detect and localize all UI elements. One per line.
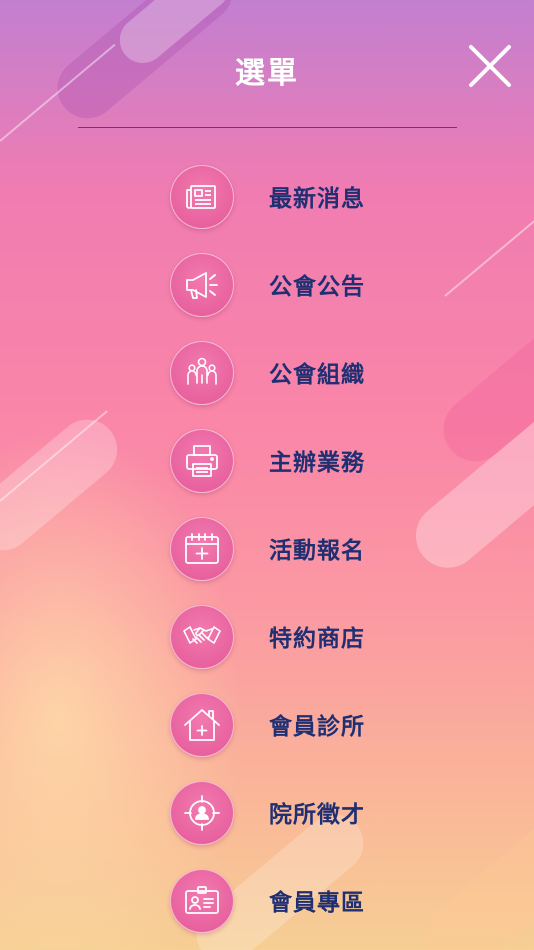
menu-item-recruitment[interactable]: 院所徵才	[170, 781, 430, 845]
group-people-icon	[187, 357, 217, 385]
printer-icon	[186, 445, 218, 477]
menu-item-label: 特約商店	[269, 626, 365, 652]
menu-item-label: 公會組織	[269, 362, 365, 388]
menu-icon-circle	[170, 341, 234, 405]
menu-item-label: 會員診所	[269, 714, 365, 740]
menu-item-label: 最新消息	[269, 186, 365, 212]
menu-icon-circle	[170, 605, 234, 669]
menu-item-organization[interactable]: 公會組織	[170, 341, 430, 405]
target-person-icon	[184, 795, 220, 831]
menu-item-label: 活動報名	[269, 538, 365, 564]
menu-item-partner-stores[interactable]: 特約商店	[170, 605, 430, 669]
close-button[interactable]	[466, 42, 514, 90]
menu-icon-circle	[170, 781, 234, 845]
megaphone-icon	[186, 272, 218, 299]
menu-item-member-clinics[interactable]: 會員診所	[170, 693, 430, 757]
menu-icon-circle	[170, 693, 234, 757]
menu-item-announcements[interactable]: 公會公告	[170, 253, 430, 317]
menu-icon-circle	[170, 517, 234, 581]
menu-icon-circle	[170, 165, 234, 229]
menu-item-label: 院所徵才	[269, 802, 365, 828]
calendar-add-icon	[185, 533, 219, 564]
menu-screen: 選單 最新消息 公會公告 公會組織 主辦業務 活動報名 特約商店 會員診所 院所…	[0, 0, 534, 950]
menu-item-label: 公會公告	[269, 274, 365, 300]
menu-item-label: 主辦業務	[269, 450, 365, 476]
page-title: 選單	[235, 56, 299, 91]
menu-icon-circle	[170, 869, 234, 933]
close-x-icon	[469, 45, 511, 87]
menu-icon-circle	[170, 429, 234, 493]
menu-item-member-area[interactable]: 會員專區	[170, 869, 430, 933]
menu-item-event-registration[interactable]: 活動報名	[170, 517, 430, 581]
menu-icon-circle	[170, 253, 234, 317]
menu-item-news[interactable]: 最新消息	[170, 165, 430, 229]
handshake-icon	[183, 626, 221, 644]
id-card-icon	[185, 886, 219, 914]
header-divider	[78, 127, 457, 128]
background-line	[444, 218, 534, 297]
newspaper-icon	[186, 185, 216, 209]
clinic-house-icon	[184, 709, 220, 741]
menu-item-business[interactable]: 主辦業務	[170, 429, 430, 493]
menu-item-label: 會員專區	[269, 890, 365, 916]
